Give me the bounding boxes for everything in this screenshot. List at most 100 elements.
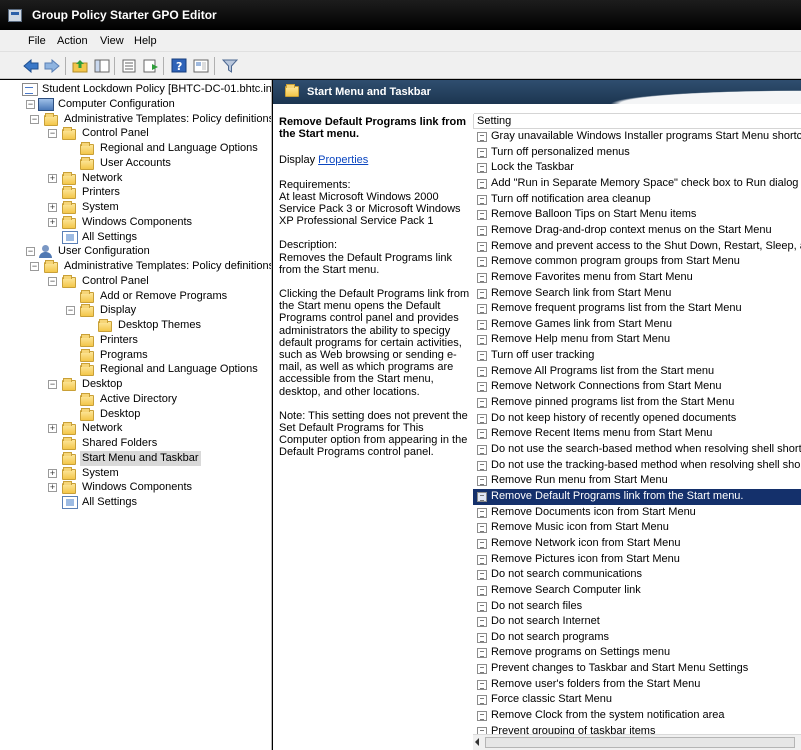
setting-row[interactable]: Remove Clock from the system notificatio…	[473, 708, 801, 724]
forward-icon[interactable]	[43, 57, 60, 74]
tree-item[interactable]: Add or Remove Programs	[20, 289, 271, 304]
setting-row[interactable]: Turn off user tracking	[473, 348, 801, 364]
tree-item[interactable]: User Accounts	[20, 156, 271, 171]
tree-item[interactable]: + System	[20, 466, 271, 481]
collapse-icon[interactable]: −	[26, 247, 35, 257]
menu-view[interactable]: View	[100, 35, 124, 47]
collapse-icon[interactable]: −	[30, 114, 39, 124]
expand-icon[interactable]: +	[48, 468, 57, 478]
setting-row[interactable]: Remove Pictures icon from Start Menu	[473, 552, 801, 568]
setting-row[interactable]: Remove frequent programs list from the S…	[473, 301, 801, 317]
setting-row[interactable]: Remove Search Computer link	[473, 583, 801, 599]
expand-icon[interactable]: +	[48, 173, 57, 183]
export-list-icon[interactable]	[120, 57, 137, 74]
setting-row[interactable]: Remove Help menu from Start Menu	[473, 332, 801, 348]
tree-item[interactable]: + Network	[20, 421, 271, 436]
setting-row[interactable]: Force classic Start Menu	[473, 692, 801, 708]
tree-item[interactable]: Active Directory	[20, 392, 271, 407]
setting-row[interactable]: Do not search Internet	[473, 614, 801, 630]
setting-row[interactable]: Remove Recent Items menu from Start Menu	[473, 426, 801, 442]
tree-item[interactable]: − Desktop	[20, 377, 271, 392]
collapse-icon[interactable]: −	[30, 262, 39, 271]
setting-row[interactable]: Remove and prevent access to the Shut Do…	[473, 239, 801, 255]
tree-item[interactable]: − User Configuration	[20, 244, 271, 259]
view-icon[interactable]	[192, 57, 209, 74]
properties-icon[interactable]	[142, 57, 159, 74]
tree-item[interactable]: Regional and Language Options	[20, 362, 271, 377]
menu-action[interactable]: Action	[57, 35, 88, 47]
tree-item[interactable]: − Display	[20, 303, 271, 318]
tree-item[interactable]: + Network	[20, 171, 271, 186]
tree-item[interactable]: + Windows Components	[20, 480, 271, 495]
setting-row[interactable]: Turn off personalized menus	[473, 145, 801, 161]
setting-row[interactable]: Prevent changes to Taskbar and Start Men…	[473, 661, 801, 677]
setting-row[interactable]: Remove pinned programs list from the Sta…	[473, 395, 801, 411]
setting-row[interactable]: Do not use the search-based method when …	[473, 442, 801, 458]
tree-item[interactable]: Desktop	[20, 407, 271, 422]
setting-row[interactable]: Remove Network icon from Start Menu	[473, 536, 801, 552]
tree-item[interactable]: Regional and Language Options	[20, 141, 271, 156]
help-icon[interactable]: ?	[170, 57, 187, 74]
tree-item[interactable]: + System	[20, 200, 271, 215]
setting-row[interactable]: Remove programs on Settings menu	[473, 645, 801, 661]
tree-item[interactable]: − Control Panel	[20, 126, 271, 141]
collapse-icon[interactable]: −	[48, 276, 57, 286]
setting-row[interactable]: Do not search communications	[473, 567, 801, 583]
show-hide-tree-icon[interactable]	[93, 57, 110, 74]
tree-item[interactable]: Desktop Themes	[20, 318, 271, 333]
up-folder-icon[interactable]	[71, 57, 88, 74]
horizontal-scrollbar[interactable]	[473, 734, 801, 750]
setting-row[interactable]: Remove Music icon from Start Menu	[473, 520, 801, 536]
tree-item[interactable]: Shared Folders	[20, 436, 271, 451]
tree-item[interactable]: − Computer Configuration	[20, 97, 271, 112]
setting-row[interactable]: Remove Balloon Tips on Start Menu items	[473, 207, 801, 223]
scroll-left-icon[interactable]	[475, 738, 479, 746]
column-header-setting[interactable]: Setting	[473, 113, 801, 129]
back-icon[interactable]	[22, 57, 39, 74]
collapse-icon[interactable]: −	[26, 99, 35, 109]
setting-row[interactable]: Turn off notification area cleanup	[473, 192, 801, 208]
setting-row[interactable]: Remove Drag-and-drop context menus on th…	[473, 223, 801, 239]
setting-row[interactable]: Remove All Programs list from the Start …	[473, 364, 801, 380]
setting-row[interactable]: Remove Search link from Start Menu	[473, 286, 801, 302]
tree-item[interactable]: All Settings	[20, 495, 271, 510]
tree-item[interactable]: − Control Panel	[20, 274, 271, 289]
setting-row[interactable]: Remove Default Programs link from the St…	[473, 488, 801, 505]
setting-row[interactable]: Remove Run menu from Start Menu	[473, 473, 801, 489]
tree-item[interactable]: Programs	[20, 348, 271, 363]
expand-icon[interactable]: +	[48, 217, 57, 227]
expand-icon[interactable]: +	[48, 483, 57, 493]
collapse-icon[interactable]: −	[48, 380, 57, 389]
menu-help[interactable]: Help	[134, 35, 157, 47]
tree-item[interactable]: − Administrative Templates: Policy defini…	[20, 259, 271, 274]
tree-item[interactable]: − Administrative Templates: Policy defini…	[20, 112, 271, 127]
properties-link[interactable]: Properties	[318, 154, 368, 166]
expand-icon[interactable]: +	[48, 203, 57, 212]
tree-item[interactable]: Start Menu and Taskbar	[20, 450, 271, 466]
setting-row[interactable]: Gray unavailable Windows Installer progr…	[473, 129, 801, 145]
tree-item[interactable]: Printers	[20, 333, 271, 348]
expand-icon[interactable]: +	[48, 424, 57, 434]
tree-item[interactable]: + Windows Components	[20, 215, 271, 230]
tree-item[interactable]: All Settings	[20, 230, 271, 245]
tree-item-label: Regional and Language Options	[100, 142, 258, 154]
setting-row[interactable]: Do not use the tracking-based method whe…	[473, 458, 801, 474]
setting-row[interactable]: Do not search programs	[473, 630, 801, 646]
menu-file[interactable]: File	[28, 35, 46, 47]
setting-row[interactable]: Remove Favorites menu from Start Menu	[473, 270, 801, 286]
setting-row[interactable]: Do not search files	[473, 599, 801, 615]
setting-row[interactable]: Remove user's folders from the Start Men…	[473, 677, 801, 693]
setting-row[interactable]: Remove Network Connections from Start Me…	[473, 379, 801, 395]
filter-icon[interactable]	[221, 57, 238, 74]
setting-row[interactable]: Lock the Taskbar	[473, 160, 801, 176]
scrollbar-thumb[interactable]	[485, 737, 795, 748]
setting-row[interactable]: Add "Run in Separate Memory Space" check…	[473, 176, 801, 192]
collapse-icon[interactable]: −	[48, 129, 57, 139]
setting-row[interactable]: Remove Games link from Start Menu	[473, 317, 801, 333]
setting-row[interactable]: Do not keep history of recently opened d…	[473, 411, 801, 427]
setting-row[interactable]: Remove Documents icon from Start Menu	[473, 505, 801, 521]
setting-row[interactable]: Remove common program groups from Start …	[473, 254, 801, 270]
collapse-icon[interactable]: −	[66, 306, 75, 316]
tree-item[interactable]: Printers	[20, 185, 271, 200]
tree-item[interactable]: Student Lockdown Policy [BHTC-DC-01.bhtc…	[20, 82, 271, 97]
